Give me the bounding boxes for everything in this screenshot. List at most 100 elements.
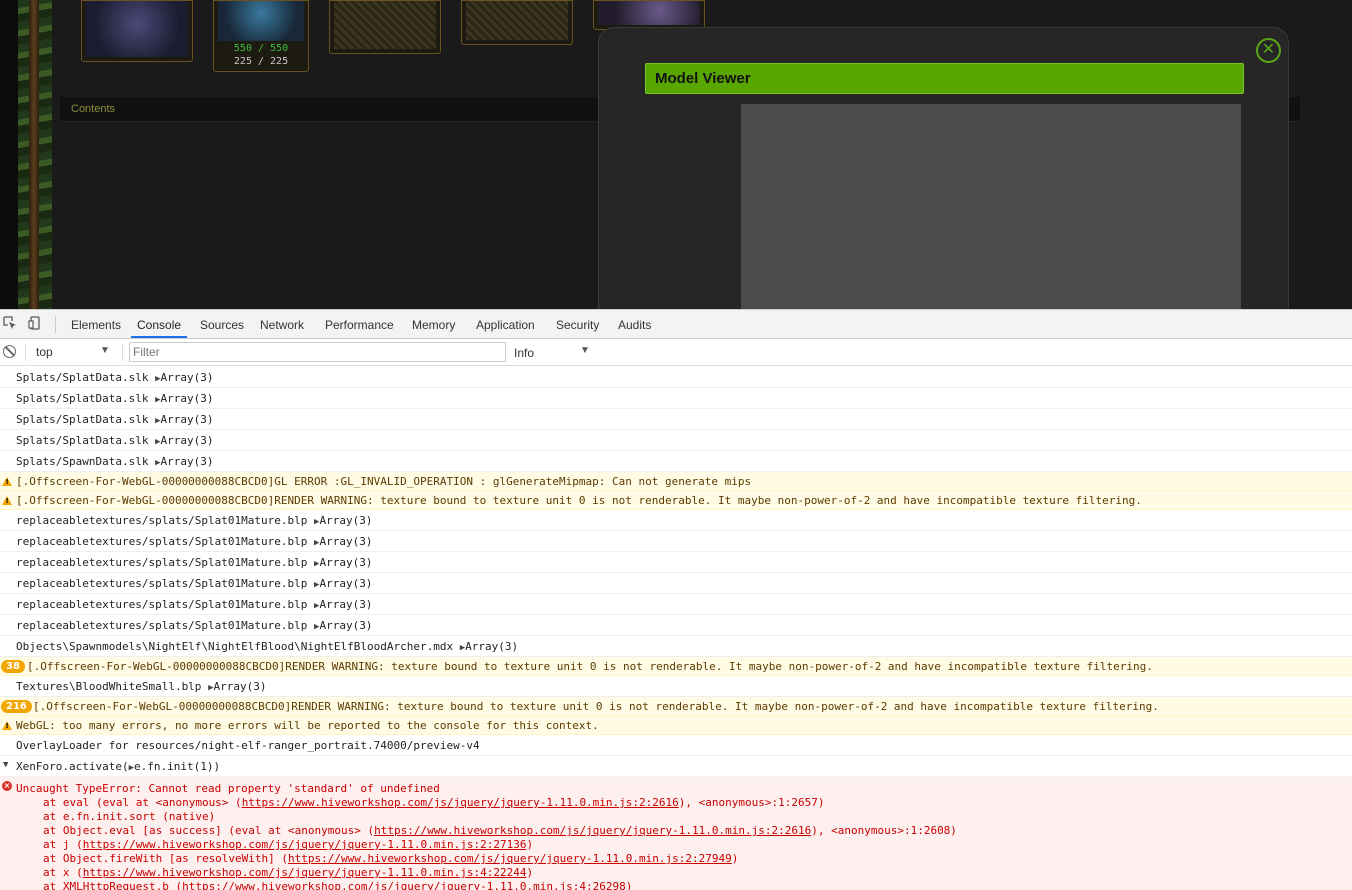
object-preview[interactable]: Array(3) xyxy=(161,413,214,426)
device-toolbar-icon[interactable] xyxy=(27,316,43,332)
object-preview[interactable]: Array(3) xyxy=(161,371,214,384)
console-message-text: XenForo.activate(▶e.fn.init(1)) xyxy=(16,760,220,773)
modal-title-bar: Model Viewer xyxy=(645,63,1244,94)
message-source[interactable]: Splats/SplatData.slk xyxy=(16,371,148,384)
console-warning-row: 216 [.Offscreen-For-WebGL-00000000088CBCD… xyxy=(0,697,1352,716)
tab-audits[interactable]: Audits xyxy=(618,318,651,332)
console-message-text: replaceabletextures/splats/Splat01Mature… xyxy=(16,619,372,632)
warning-icon xyxy=(2,496,12,505)
tab-elements[interactable]: Elements xyxy=(71,318,121,332)
message-source[interactable]: replaceabletextures/splats/Splat01Mature… xyxy=(16,556,307,569)
stack-source-link[interactable]: https://www.hiveworkshop.com/js/jquery/j… xyxy=(242,796,679,809)
stack-frame-text: at x ( xyxy=(43,866,83,879)
message-source[interactable]: replaceabletextures/splats/Splat01Mature… xyxy=(16,514,307,527)
message-source[interactable]: replaceabletextures/splats/Splat01Mature… xyxy=(16,619,307,632)
console-message-text: Splats/SplatData.slk ▶Array(3) xyxy=(16,413,213,426)
console-message-text: replaceabletextures/splats/Splat01Mature… xyxy=(16,598,372,611)
chevron-down-icon[interactable]: ▼ xyxy=(580,345,590,356)
stack-source-link[interactable]: https://www.hiveworkshop.com/js/jquery/j… xyxy=(288,852,732,865)
message-source[interactable]: Textures\BloodWhiteSmall.blp xyxy=(16,680,201,693)
devtools-tabbar: Elements Console Sources Network Perform… xyxy=(0,310,1352,339)
object-preview[interactable]: Array(3) xyxy=(319,577,372,590)
stack-frame-text: at e.fn.init.sort (native) xyxy=(43,810,216,823)
stack-trace-line: at Object.eval [as success] (eval at <an… xyxy=(43,824,957,837)
console-log-row: OverlayLoader for resources/night-elf-ra… xyxy=(0,735,1352,756)
stack-frame-suffix: ) xyxy=(526,866,534,879)
stack-frame-text: at j ( xyxy=(43,838,83,851)
object-preview[interactable]: Array(3) xyxy=(319,556,372,569)
stack-frame-suffix: ) xyxy=(625,880,633,890)
stack-trace-line: at XMLHttpRequest.b (https://www.hivewor… xyxy=(43,880,632,890)
stack-frame-suffix: ) xyxy=(526,838,534,851)
console-warning-row: WebGL: too many errors, no more errors w… xyxy=(0,716,1352,735)
message-source[interactable]: XenForo.activate( xyxy=(16,760,129,773)
console-warning-row: 38 [.Offscreen-For-WebGL-00000000088CBCD0… xyxy=(0,657,1352,676)
object-preview[interactable]: Array(3) xyxy=(319,514,372,527)
object-preview[interactable]: Array(3) xyxy=(161,434,214,447)
tab-memory[interactable]: Memory xyxy=(412,318,455,332)
tab-console[interactable]: Console xyxy=(137,318,181,332)
console-log-row: Splats/SplatData.slk ▶Array(3) xyxy=(0,388,1352,409)
message-source[interactable]: Splats/SplatData.slk xyxy=(16,413,148,426)
inspect-element-icon[interactable] xyxy=(2,316,18,332)
console-message-text: replaceabletextures/splats/Splat01Mature… xyxy=(16,514,372,527)
console-message-text: Objects\Spawnmodels\NightElf\NightElfBlo… xyxy=(16,640,518,653)
object-preview[interactable]: Array(3) xyxy=(161,392,214,405)
stack-source-link[interactable]: https://www.hiveworkshop.com/js/jquery/j… xyxy=(83,838,527,851)
filter-input[interactable] xyxy=(129,342,506,362)
portrait-art xyxy=(466,1,568,40)
stack-frame-suffix: ), <anonymous>:1:2657) xyxy=(678,796,825,809)
stack-source-link[interactable]: https://www.hiveworkshop.com/js/jquery/j… xyxy=(374,824,811,837)
tab-security[interactable]: Security xyxy=(556,318,599,332)
message-source[interactable]: replaceabletextures/splats/Splat01Mature… xyxy=(16,598,307,611)
message-source[interactable]: Splats/SplatData.slk xyxy=(16,434,148,447)
portrait-2[interactable]: 550 / 550 225 / 225 xyxy=(213,0,309,72)
tab-performance[interactable]: Performance xyxy=(325,318,394,332)
console-message-text: Splats/SpawnData.slk ▶Array(3) xyxy=(16,455,213,468)
object-preview[interactable]: Array(3) xyxy=(319,619,372,632)
message-source[interactable]: replaceabletextures/splats/Splat01Mature… xyxy=(16,535,307,548)
console-message-text: [.Offscreen-For-WebGL-00000000088CBCD0]G… xyxy=(16,475,751,488)
chevron-down-icon[interactable]: ▼ xyxy=(100,345,110,356)
toolbar-divider xyxy=(25,344,26,361)
console-log-row: replaceabletextures/splats/Splat01Mature… xyxy=(0,615,1352,636)
portrait-3[interactable] xyxy=(329,0,441,54)
hp-value: 550 / 550 xyxy=(233,43,289,54)
log-level-select[interactable]: Info xyxy=(514,346,534,360)
model-viewer-canvas[interactable] xyxy=(741,104,1241,309)
stack-frame-text: at eval (eval at <anonymous> ( xyxy=(43,796,242,809)
contents-label[interactable]: Contents xyxy=(71,103,115,115)
console-log-row: Splats/SplatData.slk ▶Array(3) xyxy=(0,409,1352,430)
object-preview[interactable]: Array(3) xyxy=(213,680,266,693)
stack-source-link[interactable]: https://www.hiveworkshop.com/js/jquery/j… xyxy=(182,880,626,890)
expand-triangle-icon[interactable]: ▼ xyxy=(3,760,8,770)
clear-console-icon[interactable] xyxy=(3,345,16,358)
portrait-4[interactable] xyxy=(461,0,573,45)
stack-frame-text: at XMLHttpRequest.b ( xyxy=(43,880,183,890)
message-source[interactable]: replaceabletextures/splats/Splat01Mature… xyxy=(16,577,307,590)
close-icon[interactable]: ✕ xyxy=(1256,38,1281,63)
console-warning-row: [.Offscreen-For-WebGL-00000000088CBCD0]R… xyxy=(0,491,1352,510)
tab-sources[interactable]: Sources xyxy=(200,318,244,332)
console-messages: Splats/SplatData.slk ▶Array(3) Splats/Spl… xyxy=(0,367,1352,890)
object-preview[interactable]: Array(3) xyxy=(161,455,214,468)
console-log-row: Textures\BloodWhiteSmall.blp ▶Array(3) xyxy=(0,676,1352,697)
message-source[interactable]: Splats/SplatData.slk xyxy=(16,392,148,405)
object-preview[interactable]: e.fn.init(1) xyxy=(134,760,213,773)
message-source[interactable]: Objects\Spawnmodels\NightElf\NightElfBlo… xyxy=(16,640,453,653)
object-preview[interactable]: Array(3) xyxy=(465,640,518,653)
console-message-text: Splats/SplatData.slk ▶Array(3) xyxy=(16,392,213,405)
object-preview[interactable]: Array(3) xyxy=(319,535,372,548)
message-source[interactable]: Splats/SpawnData.slk xyxy=(16,455,148,468)
toolbar-divider xyxy=(55,316,56,333)
message-source[interactable]: OverlayLoader for resources/night-elf-ra… xyxy=(16,739,480,752)
context-select[interactable]: top xyxy=(36,345,53,359)
object-preview[interactable]: Array(3) xyxy=(319,598,372,611)
portrait-5[interactable] xyxy=(593,0,705,30)
tab-network[interactable]: Network xyxy=(260,318,304,332)
error-icon: × xyxy=(2,781,12,791)
stack-source-link[interactable]: https://www.hiveworkshop.com/js/jquery/j… xyxy=(83,866,527,879)
active-tab-indicator xyxy=(131,336,187,338)
tab-application[interactable]: Application xyxy=(476,318,535,332)
portrait-1[interactable] xyxy=(81,0,193,62)
